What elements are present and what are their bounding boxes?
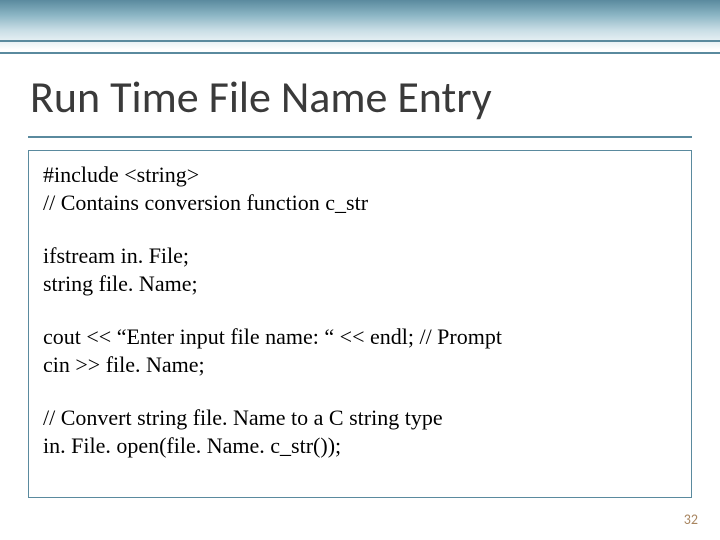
code-line: cin >> file. Name; [43, 351, 677, 379]
code-line: cout << “Enter input file name: “ << end… [43, 323, 677, 351]
code-line: ifstream in. File; [43, 242, 677, 270]
code-line: string file. Name; [43, 270, 677, 298]
blank-line [43, 378, 677, 404]
header-gradient [0, 0, 720, 50]
title-underline [28, 136, 692, 138]
header-rule-2 [0, 52, 720, 54]
header-decoration [0, 0, 720, 55]
code-line: in. File. open(file. Name. c_str()); [43, 432, 677, 460]
header-rule-1 [0, 40, 720, 42]
slide-title: Run Time File Name Entry [30, 70, 492, 124]
code-line: // Contains conversion function c_str [43, 189, 677, 217]
code-line: // Convert string file. Name to a C stri… [43, 404, 677, 432]
blank-line [43, 297, 677, 323]
page-number: 32 [684, 511, 698, 528]
blank-line [43, 216, 677, 242]
code-container: #include <string> // Contains conversion… [28, 150, 692, 498]
code-line: #include <string> [43, 161, 677, 189]
